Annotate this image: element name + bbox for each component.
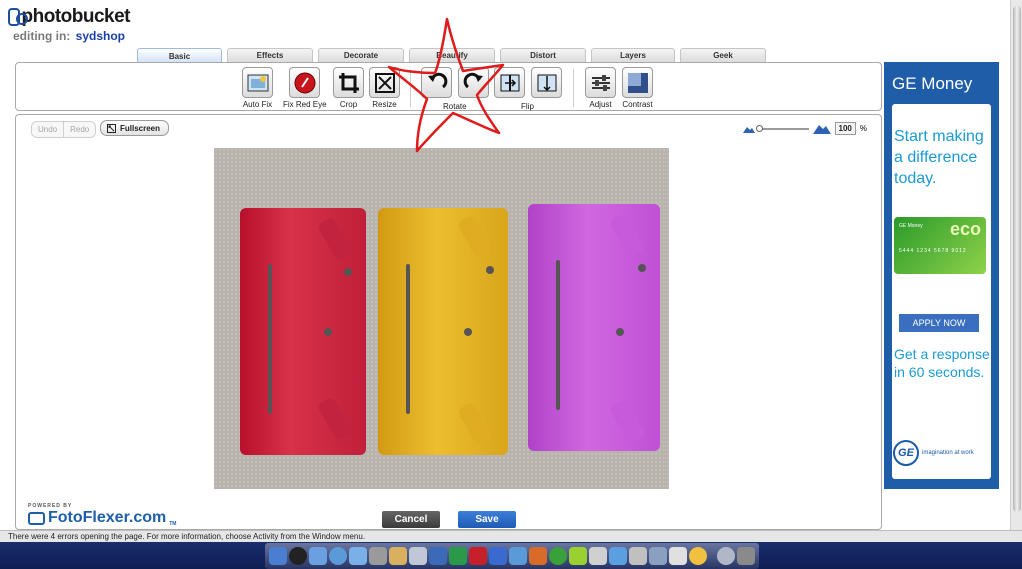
undo-redo-group: Undo Redo xyxy=(31,121,97,138)
acrobat-icon[interactable] xyxy=(469,547,487,565)
contrast-tool[interactable]: Contrast xyxy=(622,67,653,109)
preview-icon[interactable] xyxy=(429,547,447,565)
adjust-label: Adjust xyxy=(589,100,612,109)
yellow-wallet-image xyxy=(378,208,508,455)
fix-red-eye-tool[interactable]: Fix Red Eye xyxy=(283,67,327,109)
redo-button[interactable]: Redo xyxy=(63,122,96,137)
red-wallet-image xyxy=(240,208,366,455)
browser-status-bar: There were 4 errors opening the page. Fo… xyxy=(0,530,1022,542)
card-eco-logo: eco xyxy=(949,219,981,239)
auto-fix-tool[interactable]: Auto Fix xyxy=(242,67,273,109)
fullscreen-icon xyxy=(107,123,116,133)
card-brand: GE Money xyxy=(899,223,923,229)
trademark: TM xyxy=(169,521,177,527)
fotoflexer-camera-icon xyxy=(28,511,45,525)
safari-icon[interactable] xyxy=(329,547,347,565)
app-icon[interactable] xyxy=(569,547,587,565)
apply-now-button[interactable]: APPLY NOW xyxy=(899,314,979,332)
flip-vertical-icon[interactable] xyxy=(531,67,562,98)
ical-icon[interactable] xyxy=(409,547,427,565)
excel-icon[interactable] xyxy=(549,547,567,565)
crop-tool[interactable]: Crop xyxy=(333,67,364,109)
tab-geek[interactable]: Geek xyxy=(680,48,766,62)
powerpoint-icon[interactable] xyxy=(529,547,547,565)
scrollbar-thumb[interactable] xyxy=(1013,6,1021,512)
tab-layers[interactable]: Layers xyxy=(591,48,675,62)
undo-button[interactable]: Undo xyxy=(32,122,64,137)
crop-icon[interactable] xyxy=(333,67,364,98)
dock-divider xyxy=(709,547,715,565)
trash-icon[interactable] xyxy=(737,547,755,565)
zoom-out-mountain-icon[interactable] xyxy=(742,125,755,133)
zoom-in-mountain-icon[interactable] xyxy=(812,123,831,134)
editing-in-label: editing in: sydshop xyxy=(13,29,125,43)
mac-dock xyxy=(0,542,1022,569)
adjust-sliders-icon[interactable] xyxy=(585,67,616,98)
downloads-stack-icon[interactable] xyxy=(717,547,735,565)
toolbar-divider xyxy=(573,69,574,107)
ge-logo: GE xyxy=(893,440,919,466)
contrast-label: Contrast xyxy=(622,100,653,109)
tab-basic[interactable]: Basic xyxy=(137,48,222,63)
auto-fix-icon[interactable] xyxy=(242,67,273,98)
dock-shelf xyxy=(265,543,759,569)
image-editor-panel: Undo Redo Fullscreen 100 % POWERED BY Fo… xyxy=(15,114,882,530)
vertical-scrollbar[interactable] xyxy=(1010,0,1022,530)
tab-distort[interactable]: Distort xyxy=(500,48,586,62)
zoom-slider[interactable] xyxy=(755,124,809,132)
photobucket-logo[interactable]: photobucket xyxy=(8,6,130,28)
fotoflexer-branding[interactable]: POWERED BY FotoFlexer.com TM xyxy=(28,503,176,527)
utility-icon[interactable] xyxy=(649,547,667,565)
mail-icon[interactable] xyxy=(309,547,327,565)
zoom-slider-handle[interactable] xyxy=(755,124,763,132)
flip-vertical-tool[interactable] xyxy=(531,67,562,98)
adjust-tool[interactable]: Adjust xyxy=(585,67,616,109)
cancel-button[interactable]: Cancel xyxy=(382,511,440,528)
credit-card-image: GE Money eco 5444 1234 5678 9012 xyxy=(894,217,986,274)
brand-name: photobucket xyxy=(21,6,131,27)
itunes-icon[interactable] xyxy=(509,547,527,565)
address-book-icon[interactable] xyxy=(389,547,407,565)
zoom-control: 100 % xyxy=(742,122,867,135)
vlc-icon[interactable] xyxy=(689,547,707,565)
fix-red-eye-label: Fix Red Eye xyxy=(283,100,327,109)
save-button[interactable]: Save xyxy=(458,511,516,528)
ad-brand: GE Money xyxy=(892,74,973,93)
word-icon[interactable] xyxy=(489,547,507,565)
tab-effects[interactable]: Effects xyxy=(227,48,313,62)
camera-icon xyxy=(8,8,28,26)
fullscreen-button[interactable]: Fullscreen xyxy=(100,120,170,136)
contrast-icon[interactable] xyxy=(622,67,653,98)
wallets-photo xyxy=(214,148,669,489)
card-number: 5444 1234 5678 9012 xyxy=(899,248,967,254)
zoom-unit: % xyxy=(859,124,867,133)
zoom-value[interactable]: 100 xyxy=(834,122,856,135)
editing-user-link[interactable]: sydshop xyxy=(76,29,125,43)
preferences-icon[interactable] xyxy=(629,547,647,565)
text-edit-icon[interactable] xyxy=(589,547,607,565)
network-icon[interactable] xyxy=(609,547,627,565)
ge-money-ad[interactable]: GE Money Start making a difference today… xyxy=(884,62,999,489)
purple-wallet-image xyxy=(528,204,660,451)
fotoflexer-name: FotoFlexer.com xyxy=(48,509,167,526)
auto-fix-label: Auto Fix xyxy=(242,100,273,109)
fullscreen-label: Fullscreen xyxy=(120,123,161,133)
red-star-annotation xyxy=(387,17,505,153)
editing-label: editing in: xyxy=(13,29,71,43)
flip-label: Flip xyxy=(521,102,534,111)
system-utility-icon[interactable] xyxy=(369,547,387,565)
crop-label: Crop xyxy=(339,100,358,109)
ad-tagline: imagination at work xyxy=(922,450,974,456)
document-icon[interactable] xyxy=(669,547,687,565)
ad-headline: Start making a difference today. xyxy=(894,128,984,187)
ichat-icon[interactable] xyxy=(349,547,367,565)
dashboard-icon[interactable] xyxy=(289,547,307,565)
finder-icon[interactable] xyxy=(269,547,287,565)
red-eye-icon[interactable] xyxy=(289,67,321,98)
ad-subhead: Get a response in 60 seconds. xyxy=(894,346,990,380)
photoshop-icon[interactable] xyxy=(449,547,467,565)
ad-content: Start making a difference today. GE Mone… xyxy=(892,104,991,479)
